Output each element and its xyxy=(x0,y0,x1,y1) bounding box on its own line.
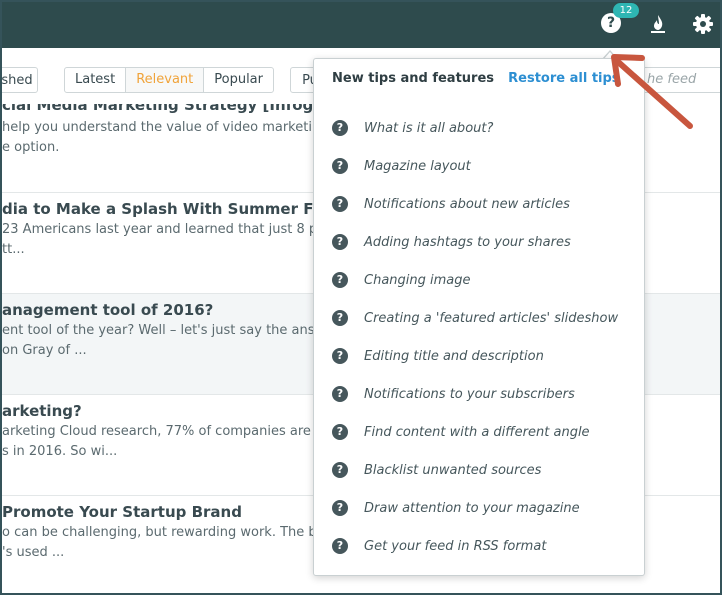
app-window: ? 12 shed Latest Relevant Popular Pu he … xyxy=(0,0,722,595)
tip-item[interactable]: ? Creating a 'featured articles' slidesh… xyxy=(332,310,632,332)
question-circle-icon: ? xyxy=(332,462,348,478)
question-circle-icon: ? xyxy=(332,386,348,402)
article-snippet: help you understand the value of video m… xyxy=(2,120,346,135)
article-snippet: e option. xyxy=(2,140,60,155)
article-title[interactable]: anagement tool of 2016? xyxy=(2,301,213,319)
article-title[interactable]: Promote Your Startup Brand xyxy=(2,503,242,521)
tip-label: What is it all about? xyxy=(364,121,494,136)
question-circle-icon: ? xyxy=(332,120,348,136)
tip-label: Draw attention to your magazine xyxy=(364,501,580,516)
sort-relevant-button[interactable]: Relevant xyxy=(126,68,205,92)
tip-item[interactable]: ? Notifications about new articles xyxy=(332,196,632,218)
tip-item[interactable]: ? Notifications to your subscribers xyxy=(332,386,632,408)
published-filter-button[interactable]: shed xyxy=(2,67,38,93)
gear-icon xyxy=(693,14,713,34)
tip-item[interactable]: ? Draw attention to your magazine xyxy=(332,500,632,522)
flame-icon xyxy=(651,15,665,33)
article-title[interactable]: cial Media Marketing Strategy [Infograph xyxy=(2,104,352,114)
tip-label: Changing image xyxy=(364,273,471,288)
article-snippet: on Gray of ... xyxy=(2,343,87,358)
question-circle-icon: ? xyxy=(332,272,348,288)
tips-header: New tips and features Restore all tips xyxy=(332,71,620,86)
tips-dropdown: New tips and features Restore all tips ?… xyxy=(313,58,645,576)
notification-badge: 12 xyxy=(613,3,639,18)
article-title[interactable]: arketing? xyxy=(2,402,82,420)
tip-item[interactable]: ? Blacklist unwanted sources xyxy=(332,462,632,484)
sort-latest-button[interactable]: Latest xyxy=(65,68,127,92)
question-circle-icon: ? xyxy=(332,424,348,440)
question-circle-icon: ? xyxy=(332,538,348,554)
article-snippet: o can be challenging, but rewarding work… xyxy=(2,525,349,540)
settings-button[interactable] xyxy=(692,13,714,35)
article-title[interactable]: dia to Make a Splash With Summer Friday xyxy=(2,200,355,218)
question-circle-icon: ? xyxy=(332,348,348,364)
question-circle-icon: ? xyxy=(332,500,348,516)
tip-label: Editing title and description xyxy=(364,349,544,364)
tip-item[interactable]: ? Magazine layout xyxy=(332,158,632,180)
tip-item[interactable]: ? Get your feed in RSS format xyxy=(332,538,632,560)
sort-popular-button[interactable]: Popular xyxy=(204,68,273,92)
tip-label: Adding hashtags to your shares xyxy=(364,235,571,250)
article-snippet: s in 2016. So wi... xyxy=(2,444,118,459)
tip-item[interactable]: ? Find content with a different angle xyxy=(332,424,632,446)
tips-title: New tips and features xyxy=(332,71,495,86)
article-snippet: tt... xyxy=(2,242,25,257)
question-circle-icon: ? xyxy=(332,310,348,326)
article-snippet: arketing Cloud research, 77% of companie… xyxy=(2,424,335,439)
article-snippet: 's used ... xyxy=(2,545,65,560)
tip-item[interactable]: ? Adding hashtags to your shares xyxy=(332,234,632,256)
tip-item[interactable]: ? Changing image xyxy=(332,272,632,294)
top-bar: ? 12 xyxy=(2,2,720,48)
question-circle-icon: ? xyxy=(332,196,348,212)
question-circle-icon: ? xyxy=(332,234,348,250)
tip-label: Blacklist unwanted sources xyxy=(364,463,542,478)
question-circle-icon: ? xyxy=(332,158,348,174)
tip-item[interactable]: ? What is it all about? xyxy=(332,120,632,142)
tip-label: Notifications to your subscribers xyxy=(364,387,575,402)
tip-label: Get your feed in RSS format xyxy=(364,539,547,554)
article-snippet: ent tool of the year? Well – let's just … xyxy=(2,323,339,338)
flame-button[interactable] xyxy=(647,13,669,35)
annotation-arrow-icon xyxy=(611,54,693,129)
tip-label: Notifications about new articles xyxy=(364,197,570,212)
sort-toggle: Latest Relevant Popular xyxy=(64,67,274,93)
tip-label: Magazine layout xyxy=(364,159,471,174)
tip-item[interactable]: ? Editing title and description xyxy=(332,348,632,370)
tip-label: Creating a 'featured articles' slideshow xyxy=(364,311,619,326)
article-snippet: 23 Americans last year and learned that … xyxy=(2,222,346,237)
tip-label: Find content with a different angle xyxy=(364,425,590,440)
